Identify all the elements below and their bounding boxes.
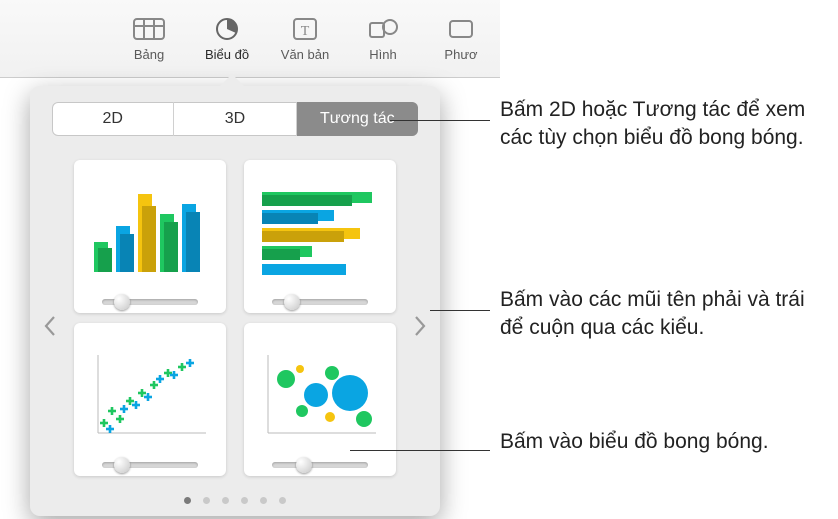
tile-slider[interactable]: [272, 299, 367, 305]
toolbar-item-text[interactable]: T Văn bản: [266, 15, 344, 62]
page-dot[interactable]: [279, 497, 286, 504]
callout-text: Bấm vào biểu đồ bong bóng.: [500, 428, 830, 456]
tile-slider[interactable]: [102, 299, 197, 305]
callout-line: [390, 120, 490, 121]
scatter-chart-thumb: [90, 349, 210, 439]
toolbar-item-chart[interactable]: Biểu đồ: [188, 15, 266, 62]
chart-style-grid: [30, 152, 440, 476]
column-chart-thumb: [90, 186, 210, 276]
chart-popover: 2D 3D Tương tác: [30, 86, 440, 516]
page-dot[interactable]: [241, 497, 248, 504]
toolbar-label: Phươ: [444, 47, 477, 62]
segment-2d[interactable]: 2D: [52, 102, 174, 136]
toolbar-item-shape[interactable]: Hình: [344, 15, 422, 62]
table-icon: [132, 15, 166, 43]
toolbar-label: Biểu đồ: [205, 47, 249, 62]
chart-type-segmented-control: 2D 3D Tương tác: [52, 102, 418, 136]
chart-tile-scatter[interactable]: [74, 323, 226, 476]
text-icon: T: [288, 15, 322, 43]
svg-text:T: T: [301, 24, 310, 39]
callout-line: [430, 310, 490, 311]
page-dot[interactable]: [222, 497, 229, 504]
bar-chart-thumb: [260, 186, 380, 276]
bubble-chart-thumb: [260, 349, 380, 439]
toolbar-label: Hình: [369, 47, 396, 62]
page-indicator: [30, 497, 440, 504]
chart-tile-bubble[interactable]: [244, 323, 396, 476]
tile-slider[interactable]: [272, 462, 367, 468]
chart-tile-column[interactable]: [74, 160, 226, 313]
segment-interactive[interactable]: Tương tác: [297, 102, 418, 136]
toolbar-label: Bảng: [134, 47, 164, 62]
toolbar: Bảng Biểu đồ T Văn bản Hình Phươ: [0, 0, 500, 78]
annotations: Bấm 2D hoặc Tương tác để xem các tùy chọ…: [490, 0, 838, 519]
chart-icon: [210, 15, 244, 43]
chart-tile-bar[interactable]: [244, 160, 396, 313]
page-dot[interactable]: [203, 497, 210, 504]
shape-icon: [366, 15, 400, 43]
toolbar-item-media[interactable]: Phươ: [422, 15, 500, 62]
page-dot[interactable]: [260, 497, 267, 504]
toolbar-label: Văn bản: [281, 47, 329, 62]
callout-text: Bấm 2D hoặc Tương tác để xem các tùy chọ…: [500, 96, 830, 153]
media-icon: [444, 15, 478, 43]
tile-slider[interactable]: [102, 462, 197, 468]
toolbar-item-table[interactable]: Bảng: [110, 15, 188, 62]
page-dot[interactable]: [184, 497, 191, 504]
callout-text: Bấm vào các mũi tên phải và trái để cuộn…: [500, 286, 830, 343]
callout-line: [350, 450, 490, 451]
segment-3d[interactable]: 3D: [174, 102, 296, 136]
